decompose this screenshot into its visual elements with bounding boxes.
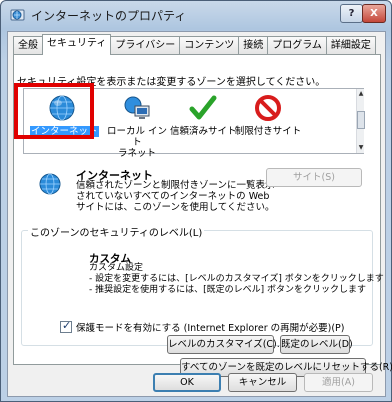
level-desc-line: - 設定を変更するには、[レベルのカスタマイズ] ボタンをクリックします [89,274,384,284]
tab-connections[interactable]: 接続 [238,36,269,55]
red-prohibited-icon [255,95,281,121]
tab-privacy[interactable]: プライバシー [110,36,181,55]
zone-highlight-frame [14,83,94,139]
checkbox-checked-icon[interactable] [60,319,72,333]
cancel-button[interactable]: キャンセル [228,373,297,392]
tab-programs[interactable]: プログラム [267,36,327,55]
selected-zone-info: インターネット 信頼されたゾーンと制限付きゾーンに一覧表示されていないすべてのイ… [38,167,378,217]
tab-general[interactable]: 全般 [13,36,43,55]
tab-advanced[interactable]: 詳細設定 [325,36,376,55]
zone-list-scrollbar[interactable]: ▲ ▼ [356,89,365,153]
internet-properties-dialog: インターネットのプロパティ ? X 全般 セキュリティ プライバシー コンテンツ… [0,0,392,402]
network-computer-icon [124,96,150,119]
security-level-title: このゾーンのセキュリティのレベル(L) [28,224,205,239]
level-description: カスタム設定 - 設定を変更するには、[レベルのカスタマイズ] ボタンをクリック… [89,263,384,296]
scroll-up-icon[interactable]: ▲ [357,89,365,99]
scroll-down-icon[interactable]: ▼ [357,143,365,153]
zone-trusted-sites[interactable]: 信頼済みサイト [170,89,237,155]
window-title: インターネットのプロパティ [31,9,187,23]
close-icon: X [370,8,378,19]
level-desc-line: - 推奨設定を使用するには、[既定のレベル] ボタンをクリックします [89,285,366,295]
level-desc-line: カスタム設定 [89,263,144,273]
scroll-thumb[interactable] [357,111,365,129]
help-button[interactable]: ? [340,4,363,23]
zone-description: 信頼されたゾーンと制限付きゾーンに一覧表示されていないすべてのインターネットの … [76,180,275,213]
globe-icon [39,173,61,195]
internet-options-icon [10,9,25,21]
tab-content[interactable]: コンテンツ [179,36,240,55]
zone-label: ローカル イント ラネット [106,126,168,159]
tab-strip: 全般 セキュリティ プライバシー コンテンツ 接続 プログラム 詳細設定 [13,34,376,55]
custom-level-button[interactable]: レベルのカスタマイズ(C)... [167,335,286,354]
tab-security[interactable]: セキュリティ [42,34,112,55]
ok-button[interactable]: OK [153,373,221,392]
default-level-button[interactable]: 既定のレベル(D) [280,335,353,354]
apply-button[interactable]: 適用(A) [304,373,373,392]
help-icon: ? [348,8,355,19]
zone-restricted-sites[interactable]: 制限付きサイト [234,89,302,155]
sites-button[interactable]: サイト(S) [266,168,362,187]
zone-label: 信頼済みサイト [170,126,237,137]
zone-label: 制限付きサイト [234,126,302,137]
security-level-group: このゾーンのセキュリティのレベル(L) カスタム カスタム設定 - 設定を変更す… [21,224,384,346]
zone-local-intranet[interactable]: ローカル イント ラネット [104,89,170,159]
close-button[interactable]: X [362,4,386,23]
protected-mode-checkbox[interactable]: 保護モードを有効にする (Internet Explorer の再開が必要)(P… [60,319,345,334]
protected-mode-label: 保護モードを有効にする (Internet Explorer の再開が必要)(P… [76,323,345,334]
green-check-icon [189,95,217,120]
title-bar[interactable]: インターネットのプロパティ ? X [1,1,391,29]
